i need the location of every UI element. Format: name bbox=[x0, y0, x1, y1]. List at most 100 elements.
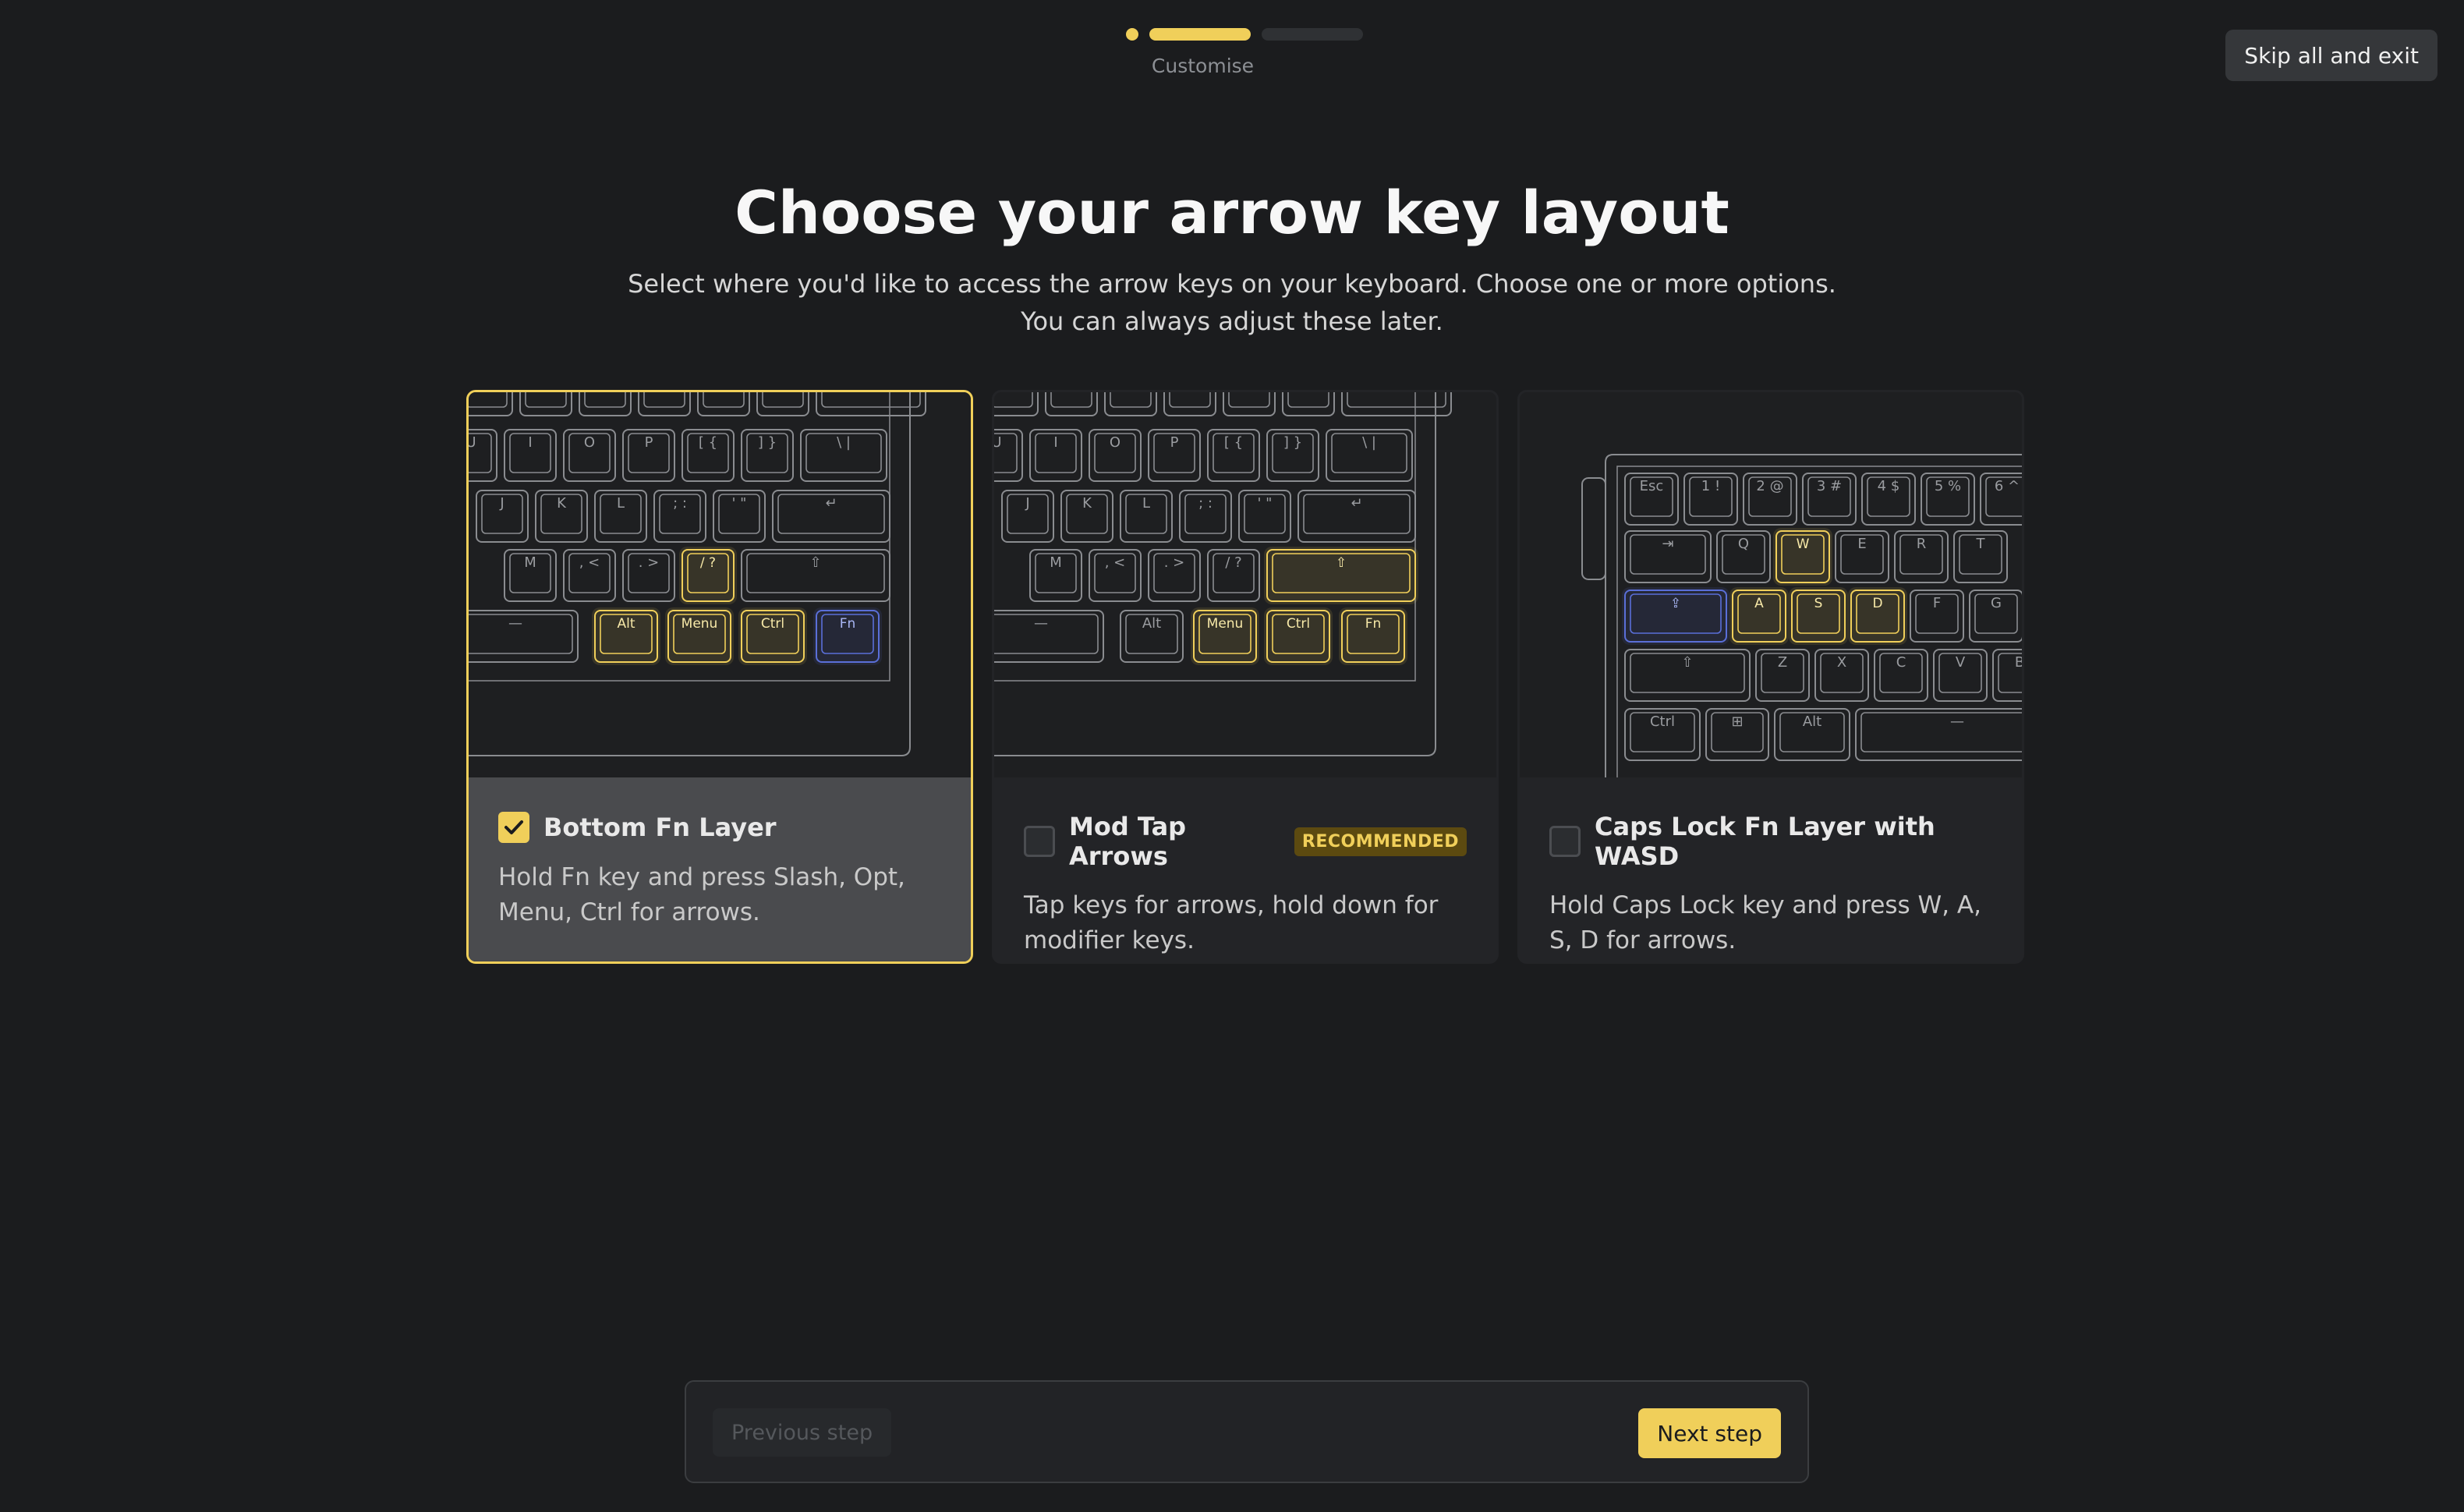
svg-text:⇪: ⇪ bbox=[1670, 596, 1681, 611]
keyboard-illustration-wasd: Esc 1 ! 2 @ 3 # 4 $ 5 % 6 ^ ⇥ Q W E R T ⇪ A S D F G ⇧ Z X C V B C… bbox=[1520, 392, 2022, 777]
key: ] } bbox=[741, 429, 794, 482]
key: X bbox=[1814, 649, 1869, 702]
key: M bbox=[1029, 549, 1082, 602]
option-card-body: Caps Lock Fn Layer with WASD Hold Caps L… bbox=[1520, 777, 2022, 961]
key: Fn bbox=[1339, 607, 1407, 665]
key: Alt bbox=[592, 607, 660, 665]
svg-text:Ctrl: Ctrl bbox=[761, 616, 784, 632]
svg-text:J: J bbox=[499, 495, 504, 512]
svg-text:P: P bbox=[1170, 434, 1179, 451]
progress-indicator bbox=[1126, 28, 1363, 41]
svg-text:5 %: 5 % bbox=[1935, 478, 1961, 494]
key: L bbox=[1120, 490, 1173, 543]
svg-text:] }: ] } bbox=[758, 434, 777, 451]
key: ⇧ bbox=[741, 549, 890, 602]
key: [ { bbox=[1207, 429, 1260, 482]
svg-text:; :: ; : bbox=[1198, 495, 1213, 512]
svg-text:/ ?: / ? bbox=[1225, 554, 1241, 571]
progress-step-upcoming bbox=[1262, 28, 1363, 41]
option-card-mod-tap[interactable]: U I O P [ {] } \ | J K L ; : ' " ↵ M , < . > / ? ⇧ — Alt Me… bbox=[992, 390, 1499, 964]
key: ↵ bbox=[772, 490, 890, 543]
option-checkbox[interactable] bbox=[1024, 826, 1055, 857]
key: U bbox=[469, 429, 497, 482]
key: ⇥ bbox=[1624, 530, 1712, 583]
svg-text:⇥: ⇥ bbox=[1662, 536, 1673, 552]
key: Menu bbox=[1191, 607, 1259, 665]
option-card-body: Bottom Fn Layer Hold Fn key and press Sl… bbox=[469, 777, 971, 961]
svg-text:⇧: ⇧ bbox=[1336, 555, 1347, 571]
svg-text:4 $: 4 $ bbox=[1878, 478, 1900, 494]
svg-text:—: — bbox=[508, 615, 522, 632]
key: . > bbox=[622, 549, 675, 602]
svg-text:O: O bbox=[1110, 434, 1120, 451]
option-title: Bottom Fn Layer bbox=[543, 813, 777, 842]
key: Z bbox=[1755, 649, 1810, 702]
svg-text:E: E bbox=[1857, 536, 1866, 552]
next-step-button[interactable]: Next step bbox=[1638, 1408, 1781, 1458]
svg-text:—: — bbox=[1034, 615, 1048, 632]
svg-text:A: A bbox=[1754, 596, 1764, 611]
option-description: Hold Caps Lock key and press W, A, S, D … bbox=[1549, 891, 1981, 954]
svg-text:. >: . > bbox=[639, 554, 660, 571]
key: Q bbox=[1716, 530, 1771, 583]
svg-text:↵: ↵ bbox=[1351, 495, 1362, 512]
key: ⇪ bbox=[1622, 587, 1729, 645]
svg-text:Alt: Alt bbox=[1803, 714, 1821, 730]
option-card-bottom-fn[interactable]: U I O P [ {] } \ | J K L ; : ' " ↵ M , < . > / ? ⇧ — Alt Me… bbox=[466, 390, 973, 964]
key: ] } bbox=[1266, 429, 1319, 482]
svg-text:P: P bbox=[645, 434, 653, 451]
key: ; : bbox=[1179, 490, 1232, 543]
keyboard-illustration-bottom-fn: U I O P [ {] } \ | J K L ; : ' " ↵ M , < . > / ? ⇧ — Alt Me… bbox=[469, 392, 971, 777]
step-navigation: Previous step Next step bbox=[685, 1380, 1809, 1483]
key bbox=[697, 392, 750, 416]
key: ' " bbox=[713, 490, 766, 543]
svg-text:L: L bbox=[617, 495, 625, 512]
key: F bbox=[1910, 590, 1964, 643]
svg-text:F: F bbox=[1933, 595, 1941, 611]
recommended-badge: RECOMMENDED bbox=[1294, 827, 1467, 856]
svg-text:Ctrl: Ctrl bbox=[1287, 616, 1310, 632]
key: E bbox=[1835, 530, 1889, 583]
svg-text:V: V bbox=[1956, 654, 1966, 671]
svg-text:B: B bbox=[2015, 654, 2022, 671]
key: Ctrl bbox=[1624, 708, 1701, 761]
key bbox=[519, 392, 572, 416]
subtitle-line-2: You can always adjust these later. bbox=[1021, 306, 1443, 336]
key: B bbox=[1992, 649, 2022, 702]
key: — bbox=[469, 610, 579, 663]
svg-text:G: G bbox=[1991, 595, 2002, 611]
key bbox=[579, 392, 632, 416]
key: 2 @ bbox=[1743, 473, 1797, 526]
option-checkbox-checked[interactable] bbox=[498, 812, 529, 843]
svg-text:K: K bbox=[1082, 495, 1092, 512]
key: / ? bbox=[1207, 549, 1260, 602]
keyboard-diagram: U I O P [ {] } \ | J K L ; : ' " ↵ M , < . > / ? ⇧ — Alt Me… bbox=[469, 392, 926, 756]
key: , < bbox=[1089, 549, 1142, 602]
key: A bbox=[1729, 587, 1789, 645]
key bbox=[1104, 392, 1157, 416]
previous-step-button[interactable]: Previous step bbox=[713, 1408, 892, 1457]
key: D bbox=[1848, 587, 1907, 645]
skip-all-button[interactable]: Skip all and exit bbox=[2225, 30, 2437, 81]
keyboard-diagram: Esc 1 ! 2 @ 3 # 4 $ 5 % 6 ^ ⇥ Q W E R T ⇪ A S D F G ⇧ Z X C V B C… bbox=[1581, 454, 2022, 777]
key: 5 % bbox=[1921, 473, 1975, 526]
svg-text:Q: Q bbox=[1738, 536, 1749, 552]
option-checkbox[interactable] bbox=[1549, 826, 1581, 857]
svg-text:Menu: Menu bbox=[1207, 616, 1244, 632]
key: Menu bbox=[665, 607, 734, 665]
key: 6 ^ bbox=[1980, 473, 2022, 526]
page-title: Choose your arrow key layout bbox=[735, 178, 1729, 247]
key bbox=[1223, 392, 1276, 416]
key bbox=[1045, 392, 1098, 416]
svg-text:\ |: \ | bbox=[1362, 434, 1376, 451]
option-card-caps-lock-wasd[interactable]: Esc 1 ! 2 @ 3 # 4 $ 5 % 6 ^ ⇥ Q W E R T ⇪ A S D F G ⇧ Z X C V B C… bbox=[1517, 390, 2024, 964]
key: O bbox=[563, 429, 616, 482]
progress-step-complete bbox=[1126, 28, 1138, 41]
svg-text:K: K bbox=[557, 495, 567, 512]
key bbox=[469, 392, 513, 416]
key: ⇧ bbox=[1624, 649, 1751, 702]
svg-text:⇧: ⇧ bbox=[809, 554, 821, 571]
key: 4 $ bbox=[1861, 473, 1916, 526]
svg-text:3 #: 3 # bbox=[1817, 478, 1842, 494]
key: ' " bbox=[1238, 490, 1291, 543]
